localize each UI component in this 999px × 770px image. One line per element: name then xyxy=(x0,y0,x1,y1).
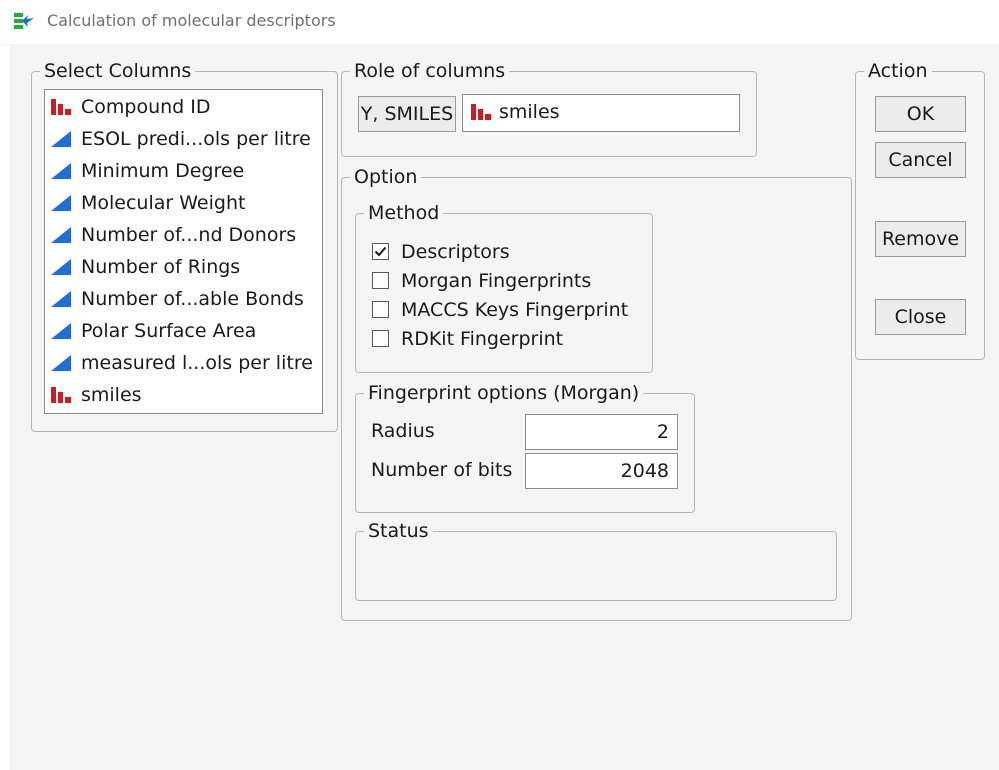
nominal-bar-icon xyxy=(471,104,491,120)
continuous-triangle-icon xyxy=(51,291,71,307)
method-title: Method xyxy=(364,200,444,226)
radius-label: Radius xyxy=(371,420,435,442)
continuous-triangle-icon xyxy=(51,227,71,243)
select-columns-group: Select Columns Compound ID ESOL predi...… xyxy=(31,58,338,432)
rdkit-fingerprint-label: RDKit Fingerprint xyxy=(401,328,564,350)
morgan-fingerprints-label: Morgan Fingerprints xyxy=(401,270,592,292)
action-group: Action OK Cancel Remove Close xyxy=(855,58,985,360)
action-title: Action xyxy=(864,58,932,84)
close-button[interactable]: Close xyxy=(875,299,966,335)
y-smiles-role-button[interactable]: Y, SMILES xyxy=(358,96,456,132)
window-title: Calculation of molecular descriptors xyxy=(47,11,336,30)
list-item-label: Number of Rings xyxy=(81,256,241,278)
list-item-label: Molecular Weight xyxy=(81,192,246,214)
radius-input[interactable]: 2 xyxy=(525,414,678,450)
role-of-columns-title: Role of columns xyxy=(350,58,510,84)
continuous-triangle-icon xyxy=(51,323,71,339)
continuous-triangle-icon xyxy=(51,131,71,147)
list-item-label: Number of...able Bonds xyxy=(81,288,304,310)
nominal-bar-icon xyxy=(51,99,71,115)
fingerprint-options-title: Fingerprint options (Morgan) xyxy=(364,380,644,406)
nominal-bar-icon xyxy=(51,387,71,403)
maccs-keys-label: MACCS Keys Fingerprint xyxy=(401,299,629,321)
fingerprint-options-group: Fingerprint options (Morgan) Radius 2 Nu… xyxy=(355,380,695,513)
cancel-button[interactable]: Cancel xyxy=(875,142,966,178)
continuous-triangle-icon xyxy=(51,163,71,179)
descriptors-label: Descriptors xyxy=(401,241,510,263)
maccs-keys-checkbox[interactable] xyxy=(372,301,389,318)
list-item-label: smiles xyxy=(81,384,142,406)
ok-button[interactable]: OK xyxy=(875,96,966,132)
smiles-role-field[interactable]: smiles xyxy=(462,94,740,132)
dialog-client-area: Select Columns Compound ID ESOL predi...… xyxy=(10,44,999,770)
descriptors-checkbox[interactable] xyxy=(372,243,389,260)
status-group: Status xyxy=(355,518,837,601)
title-bar: Calculation of molecular descriptors xyxy=(0,0,999,45)
number-of-bits-label: Number of bits xyxy=(371,459,513,481)
method-group: Method Descriptors Morgan Fingerprints M… xyxy=(355,200,653,373)
list-item-label: measured l...ols per litre xyxy=(81,352,313,374)
jmp-script-icon xyxy=(14,12,34,30)
list-item-label: Polar Surface Area xyxy=(81,320,257,342)
assigned-column-name: smiles xyxy=(499,101,560,123)
option-group: Option Method Descriptors Morgan Fingerp… xyxy=(341,164,852,621)
status-title: Status xyxy=(364,518,433,544)
option-title: Option xyxy=(350,164,422,190)
select-columns-title: Select Columns xyxy=(40,58,196,84)
continuous-triangle-icon xyxy=(51,355,71,371)
remove-button[interactable]: Remove xyxy=(875,221,966,257)
list-item-label: ESOL predi...ols per litre xyxy=(81,128,311,150)
continuous-triangle-icon xyxy=(51,259,71,275)
morgan-fingerprints-checkbox[interactable] xyxy=(372,272,389,289)
columns-listbox[interactable]: Compound ID ESOL predi...ols per litre M… xyxy=(44,89,323,414)
list-item-label: Number of...nd Donors xyxy=(81,224,297,246)
list-item-label: Minimum Degree xyxy=(81,160,245,182)
rdkit-fingerprint-checkbox[interactable] xyxy=(372,330,389,347)
list-item-label: Compound ID xyxy=(81,96,211,118)
role-of-columns-group: Role of columns Y, SMILES smiles xyxy=(341,58,757,157)
checkmark-icon xyxy=(374,246,387,257)
continuous-triangle-icon xyxy=(51,195,71,211)
number-of-bits-input[interactable]: 2048 xyxy=(525,453,678,489)
